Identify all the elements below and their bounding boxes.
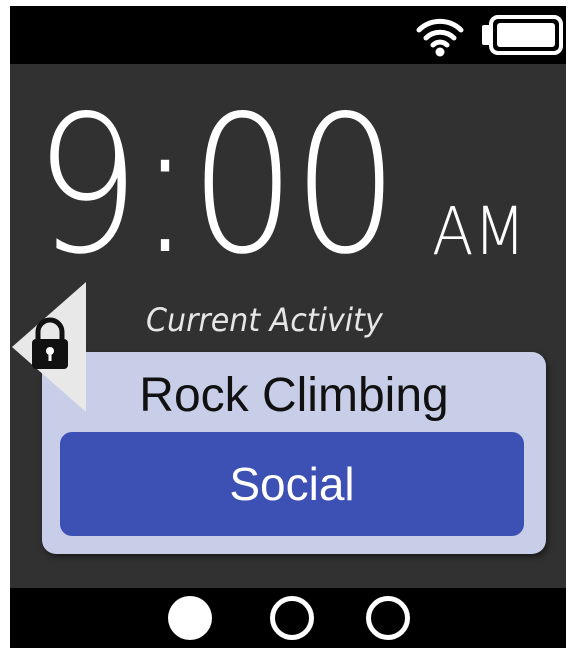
activity-name: Rock Climbing bbox=[139, 369, 449, 422]
battery-icon bbox=[482, 15, 563, 55]
clock: 9:00 AM bbox=[34, 66, 564, 306]
activity-heading: Current Activity bbox=[146, 301, 383, 339]
page-dot-2[interactable] bbox=[270, 596, 314, 640]
page-dot-3[interactable] bbox=[366, 596, 410, 640]
watch-screen: 9:00 AM Current Activity Rock Climbing S… bbox=[10, 6, 566, 648]
status-bar bbox=[10, 6, 566, 64]
page-indicator bbox=[10, 588, 566, 648]
page-dot-1[interactable] bbox=[168, 596, 212, 640]
wifi-icon bbox=[416, 18, 464, 57]
activity-category-button[interactable]: Social bbox=[60, 432, 524, 536]
clock-period: AM bbox=[432, 193, 526, 270]
activity-card[interactable]: Rock Climbing Social bbox=[42, 352, 546, 554]
clock-time: 9:00 bbox=[34, 75, 399, 296]
